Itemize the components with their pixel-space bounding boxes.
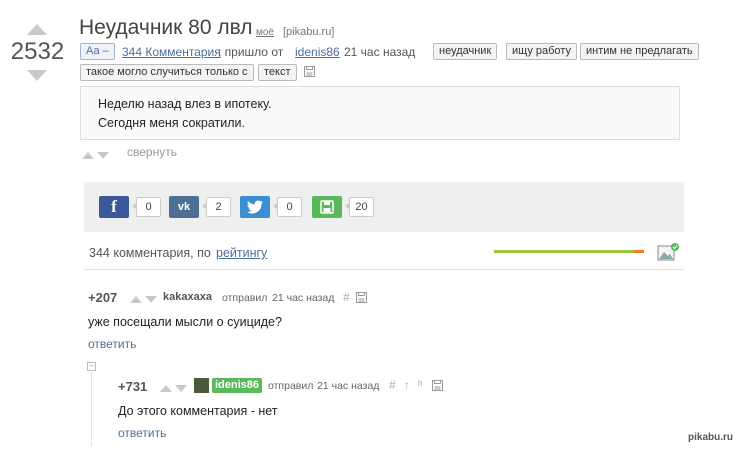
watermark: pikabu.ru [688, 432, 734, 443]
post-body: Неделю назад влез в ипотеку. Сегодня мен… [80, 86, 680, 140]
vk-count: 2 [202, 197, 231, 217]
tag-item[interactable]: текст [258, 64, 297, 81]
post-source[interactable]: [pikabu.ru] [283, 26, 334, 38]
comments-count: 344 комментария, по [89, 246, 211, 260]
image-toggle-icon[interactable] [657, 242, 679, 262]
comment-vote[interactable] [160, 381, 188, 395]
comment-text: До этого комментария - нет [118, 404, 278, 418]
upvote-icon[interactable] [82, 152, 94, 159]
avatar[interactable] [194, 378, 209, 393]
comment-rating: +207 [88, 290, 118, 305]
rating-bar-negative [634, 250, 644, 253]
post-time: 21 час назад [344, 45, 416, 59]
tag-item[interactable]: ищу работу [506, 43, 577, 60]
post-title[interactable]: Неудачник 80 лвл [79, 16, 253, 40]
collapse-link[interactable]: свернуть [127, 145, 177, 159]
twitter-icon[interactable] [240, 196, 270, 218]
font-size-toggle[interactable]: Аа – [80, 43, 115, 60]
post-text-line: Неделю назад влез в ипотеку. [98, 97, 272, 111]
post-rating: 2532 [10, 38, 65, 65]
hash-icon[interactable]: # [343, 290, 350, 304]
downvote-icon[interactable] [97, 152, 110, 159]
comment-time[interactable]: 21 час назад [317, 380, 379, 392]
downvote-icon[interactable] [175, 385, 188, 392]
reply-link[interactable]: ответить [88, 337, 136, 351]
author-link[interactable]: idenis86 [295, 45, 340, 59]
divider [84, 269, 684, 270]
comment-rating: +731 [118, 379, 148, 394]
reply-link[interactable]: ответить [118, 426, 166, 440]
post-text-line: Сегодня меня сократили. [98, 116, 245, 130]
sort-link[interactable]: рейтингу [216, 246, 267, 260]
save-icon[interactable] [304, 66, 315, 77]
comment-text: уже посещали мысли о суициде? [88, 315, 282, 329]
save-icon[interactable] [356, 292, 367, 303]
downvote-icon[interactable] [27, 70, 47, 81]
tag-item[interactable]: такое могло случиться только с [80, 64, 254, 81]
save-count: 20 [345, 197, 374, 217]
floppy-icon[interactable] [312, 196, 342, 218]
sent-from-label: ; пришло от [218, 45, 284, 59]
tag-item[interactable]: неудачник [433, 43, 498, 60]
comment-time[interactable]: 21 час назад [272, 292, 334, 304]
tag-item[interactable]: интим не предлагать [580, 43, 699, 60]
save-icon[interactable] [432, 380, 443, 391]
comment-sent: отправил [222, 292, 268, 304]
author-badge[interactable]: idenis86 [212, 378, 263, 393]
facebook-icon[interactable]: f [99, 196, 129, 218]
downvote-icon[interactable] [145, 296, 158, 303]
twitter-count: 0 [273, 197, 302, 217]
upvote-icon[interactable] [160, 385, 172, 392]
small-vote-arrows[interactable] [82, 148, 110, 162]
facebook-count: 0 [132, 197, 161, 217]
hash-icon[interactable]: # [389, 378, 396, 392]
comment-user[interactable]: kakaxaxa [163, 291, 212, 303]
vk-icon[interactable]: vk [169, 196, 199, 218]
rating-bar [494, 250, 634, 253]
collapse-thread-icon[interactable]: – [87, 362, 96, 371]
comment-sent: отправил [268, 380, 314, 392]
upvote-icon[interactable] [27, 24, 47, 35]
mine-link[interactable]: моё [256, 27, 274, 38]
thread-line [91, 372, 92, 446]
comment-vote[interactable] [130, 292, 158, 306]
parent-arrow-icon[interactable]: ↑ [404, 378, 410, 392]
comments-link[interactable]: 344 Комментария [122, 45, 221, 59]
branch-icon[interactable]: ʰ [418, 378, 423, 392]
upvote-icon[interactable] [130, 296, 142, 303]
